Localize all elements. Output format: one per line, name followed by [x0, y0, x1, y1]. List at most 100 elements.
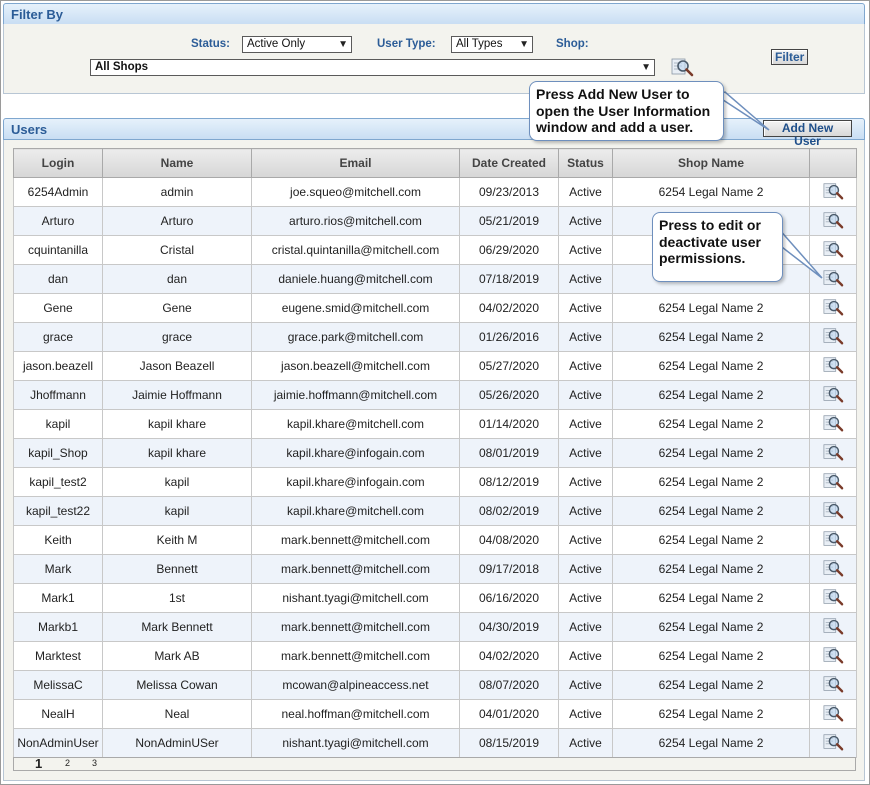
cell-shop-name: 6254 Legal Name 2 — [612, 525, 810, 555]
magnifier-edit-icon[interactable] — [821, 297, 845, 320]
magnifier-edit-icon[interactable] — [821, 587, 845, 610]
magnifier-edit-icon[interactable] — [821, 181, 845, 204]
add-new-user-button[interactable]: Add New User — [763, 120, 852, 148]
shop-select[interactable]: All Shops ▼ — [90, 59, 655, 76]
cell-status: Active — [558, 467, 613, 497]
edit-cell — [809, 583, 857, 613]
cell-status: Active — [558, 699, 613, 729]
cell-date-created: 09/23/2013 — [459, 177, 559, 207]
cell-email: kapil.khare@mitchell.com — [251, 496, 460, 526]
cell-date-created: 01/26/2016 — [459, 322, 559, 352]
cell-email: mcowan@alpineaccess.net — [251, 670, 460, 700]
user-type-label: User Type: — [377, 38, 436, 50]
magnifier-edit-icon[interactable] — [821, 732, 845, 755]
edit-cell — [809, 409, 857, 439]
table-row: Keith Keith Mmark.bennett@mitchell.com 04/… — [13, 525, 857, 555]
cell-email: nishant.tyagi@mitchell.com — [251, 728, 460, 758]
cell-login: kapil_test2 — [13, 467, 103, 497]
cell-name: Mark AB — [102, 641, 252, 671]
magnifier-edit-icon[interactable] — [821, 442, 845, 465]
edit-cell — [809, 380, 857, 410]
cell-name: admin — [102, 177, 252, 207]
table-row: Mark1 1st nishant.tyagi@mitchell.com 06/16/… — [13, 583, 857, 613]
magnifier-edit-icon[interactable] — [821, 703, 845, 726]
cell-status: Active — [558, 293, 613, 323]
table-row: jason.beazell Jason Beazell jason.beazell@… — [13, 351, 857, 381]
magnifier-edit-icon[interactable] — [821, 674, 845, 697]
cell-email: kapil.khare@infogain.com — [251, 467, 460, 497]
status-select-value: Active Only — [247, 38, 306, 50]
column-header-shop-name[interactable]: Shop Name — [612, 148, 810, 178]
status-select[interactable]: Active Only ▼ — [242, 36, 352, 53]
cell-status: Active — [558, 554, 613, 584]
page-link-3[interactable]: 3 — [92, 758, 97, 768]
cell-status: Active — [558, 380, 613, 410]
cell-login: Mark1 — [13, 583, 103, 613]
column-header-login[interactable]: Login — [13, 148, 103, 178]
magnifier-icon[interactable] — [670, 56, 694, 78]
cell-name: Melissa Cowan — [102, 670, 252, 700]
edit-cell — [809, 641, 857, 671]
magnifier-edit-icon[interactable] — [821, 326, 845, 349]
cell-name: Arturo — [102, 206, 252, 236]
filter-button[interactable]: Filter — [771, 49, 808, 65]
cell-name: kapil — [102, 496, 252, 526]
cell-email: joe.squeo@mitchell.com — [251, 177, 460, 207]
user-type-select-value: All Types — [456, 38, 503, 50]
cell-status: Active — [558, 322, 613, 352]
magnifier-edit-icon[interactable] — [821, 413, 845, 436]
filter-title: Filter By — [11, 7, 64, 22]
magnifier-edit-icon[interactable] — [821, 355, 845, 378]
magnifier-edit-icon[interactable] — [821, 529, 845, 552]
cell-status: Active — [558, 351, 613, 381]
chevron-down-icon: ▼ — [338, 39, 348, 50]
cell-status: Active — [558, 496, 613, 526]
edit-cell — [809, 728, 857, 758]
cell-name: NonAdminUSer — [102, 728, 252, 758]
cell-date-created: 08/02/2019 — [459, 496, 559, 526]
shop-label: Shop: — [556, 38, 589, 50]
page-link-1[interactable]: 1 — [35, 756, 42, 771]
cell-date-created: 05/21/2019 — [459, 206, 559, 236]
cell-date-created: 07/18/2019 — [459, 264, 559, 294]
cell-name: Jason Beazell — [102, 351, 252, 381]
cell-date-created: 08/07/2020 — [459, 670, 559, 700]
edit-cell — [809, 293, 857, 323]
cell-name: Mark Bennett — [102, 612, 252, 642]
magnifier-edit-icon[interactable] — [821, 616, 845, 639]
column-header-name[interactable]: Name — [102, 148, 252, 178]
user-type-select[interactable]: All Types ▼ — [451, 36, 533, 53]
table-row: Markb1 Mark Bennett mark.bennett@mitchell.… — [13, 612, 857, 642]
cell-email: mark.bennett@mitchell.com — [251, 525, 460, 555]
cell-shop-name: 6254 Legal Name 2 — [612, 177, 810, 207]
callout-edit-user: Press to edit or deactivate user permiss… — [652, 212, 783, 282]
column-header-status[interactable]: Status — [558, 148, 613, 178]
filter-section-header: Filter By — [3, 3, 865, 25]
cell-date-created: 04/08/2020 — [459, 525, 559, 555]
magnifier-edit-icon[interactable] — [821, 471, 845, 494]
column-header-date-created[interactable]: Date Created — [459, 148, 559, 178]
cell-login: Jhoffmann — [13, 380, 103, 410]
table-header-row: Login Name Email Date Created Status Sho… — [13, 148, 857, 178]
magnifier-edit-icon[interactable] — [821, 500, 845, 523]
cell-login: dan — [13, 264, 103, 294]
cell-date-created: 04/01/2020 — [459, 699, 559, 729]
page-link-2[interactable]: 2 — [65, 758, 70, 768]
cell-date-created: 06/16/2020 — [459, 583, 559, 613]
cell-login: kapil_Shop — [13, 438, 103, 468]
cell-status: Active — [558, 525, 613, 555]
chevron-down-icon: ▼ — [519, 39, 529, 50]
magnifier-edit-icon[interactable] — [821, 558, 845, 581]
callout-edit-user-text: Press to edit or deactivate user permiss… — [659, 217, 761, 266]
cell-status: Active — [558, 409, 613, 439]
magnifier-edit-icon[interactable] — [821, 384, 845, 407]
cell-name: Gene — [102, 293, 252, 323]
cell-status: Active — [558, 641, 613, 671]
cell-date-created: 08/15/2019 — [459, 728, 559, 758]
column-header-email[interactable]: Email — [251, 148, 460, 178]
magnifier-edit-icon[interactable] — [821, 645, 845, 668]
table-row: kapil_test22 kapil kapil.khare@mitchell.co… — [13, 496, 857, 526]
cell-shop-name: 6254 Legal Name 2 — [612, 554, 810, 584]
cell-email: mark.bennett@mitchell.com — [251, 641, 460, 671]
cell-shop-name: 6254 Legal Name 2 — [612, 351, 810, 381]
